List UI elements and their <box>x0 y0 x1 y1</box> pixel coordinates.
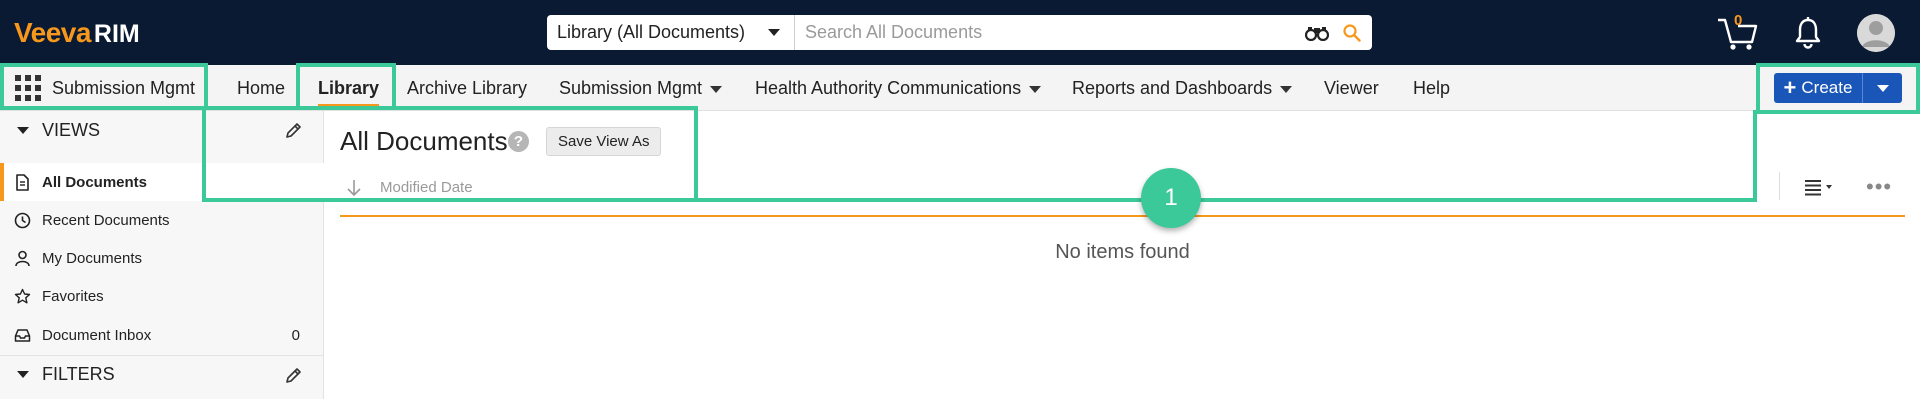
binoculars-icon[interactable] <box>1302 15 1332 50</box>
tab-viewer[interactable]: Viewer <box>1324 65 1379 111</box>
tab-reports-and-dashboards[interactable]: Reports and Dashboards <box>1072 65 1293 111</box>
sidebar-item-favorites[interactable]: Favorites <box>0 277 324 315</box>
main-nav: Submission Mgmt Home Library Archive Lib… <box>0 65 1920 111</box>
cart-button[interactable]: 0 <box>1716 12 1760 52</box>
tab-help[interactable]: Help <box>1413 65 1450 111</box>
collapse-caret-icon <box>17 126 29 134</box>
user-avatar[interactable] <box>1857 14 1895 52</box>
notifications-button[interactable] <box>1792 16 1824 50</box>
tab-archive-library-label: Archive Library <box>407 77 528 98</box>
user-icon <box>15 250 30 267</box>
tab-viewer-label: Viewer <box>1324 77 1379 98</box>
filters-section-header[interactable]: FILTERS <box>0 355 324 393</box>
chevron-down-icon <box>768 29 780 36</box>
tab-reports-and-dashboards-label: Reports and Dashboards <box>1072 77 1273 98</box>
sidebar-item-document-inbox[interactable]: Document Inbox 0 <box>0 316 324 354</box>
connector-line-horizontal <box>698 198 1757 202</box>
star-icon <box>14 288 31 304</box>
tab-submission-mgmt-label: Submission Mgmt <box>559 77 703 98</box>
more-options-icon[interactable]: ••• <box>1866 174 1892 200</box>
logo-veeva-text: Veeva <box>14 17 91 48</box>
bell-icon <box>1795 17 1821 49</box>
inbox-icon <box>14 329 31 342</box>
sidebar-item-label: Recent Documents <box>42 211 170 229</box>
sidebar-item-label: My Documents <box>42 249 143 267</box>
global-search: Library (All Documents) <box>547 15 1372 50</box>
toolbar-divider <box>1779 172 1780 200</box>
search-scope-label: Library (All Documents) <box>557 22 746 42</box>
empty-state-message: No items found <box>1055 241 1190 263</box>
callout-badge: 1 <box>1141 168 1201 228</box>
logo-rim-text: RIM <box>93 20 140 48</box>
chevron-down-icon <box>710 85 723 93</box>
chevron-down-icon <box>1280 85 1293 93</box>
sidebar-item-my-documents[interactable]: My Documents <box>0 239 324 277</box>
views-title: VIEWS <box>42 119 101 140</box>
cart-count-badge: 0 <box>1734 12 1743 29</box>
tab-home[interactable]: Home <box>237 65 285 111</box>
highlight-page-header <box>202 106 698 202</box>
results-divider <box>340 215 1905 217</box>
list-view-icon <box>1805 180 1832 196</box>
pencil-icon[interactable] <box>285 367 302 384</box>
search-scope-dropdown[interactable]: Library (All Documents) <box>547 15 795 50</box>
sidebar-item-label: Document Inbox <box>42 326 152 344</box>
sidebar-item-recent-documents[interactable]: Recent Documents <box>0 201 324 239</box>
tab-home-label: Home <box>237 77 286 98</box>
connector-line-vertical <box>1753 110 1757 202</box>
tab-health-authority-communications[interactable]: Health Authority Communications <box>755 65 1042 111</box>
filters-title: FILTERS <box>42 364 115 384</box>
sidebar-item-label: Favorites <box>42 287 104 305</box>
tab-archive-library[interactable]: Archive Library <box>407 65 527 111</box>
highlight-app-switcher <box>0 63 208 110</box>
tab-submission-mgmt[interactable]: Submission Mgmt <box>559 65 723 111</box>
clock-icon <box>14 212 31 229</box>
inbox-count: 0 <box>291 326 300 344</box>
sidebar-item-label: All Documents <box>42 173 148 191</box>
tab-health-authority-communications-label: Health Authority Communications <box>755 77 1022 98</box>
document-icon <box>16 174 29 191</box>
avatar-icon <box>1857 14 1895 52</box>
search-icon[interactable] <box>1332 15 1372 50</box>
top-bar: Veeva RIM Library (All Documents) Search… <box>0 0 1920 65</box>
collapse-caret-icon <box>17 371 29 378</box>
highlight-create-button <box>1756 63 1920 114</box>
search-input[interactable] <box>795 16 1302 49</box>
list-view-toggle[interactable] <box>1803 176 1843 198</box>
highlight-library-tab <box>296 63 396 110</box>
veeva-rim-logo[interactable]: Veeva RIM <box>14 17 140 48</box>
chevron-down-icon <box>1029 85 1042 93</box>
tab-help-label: Help <box>1413 77 1451 98</box>
